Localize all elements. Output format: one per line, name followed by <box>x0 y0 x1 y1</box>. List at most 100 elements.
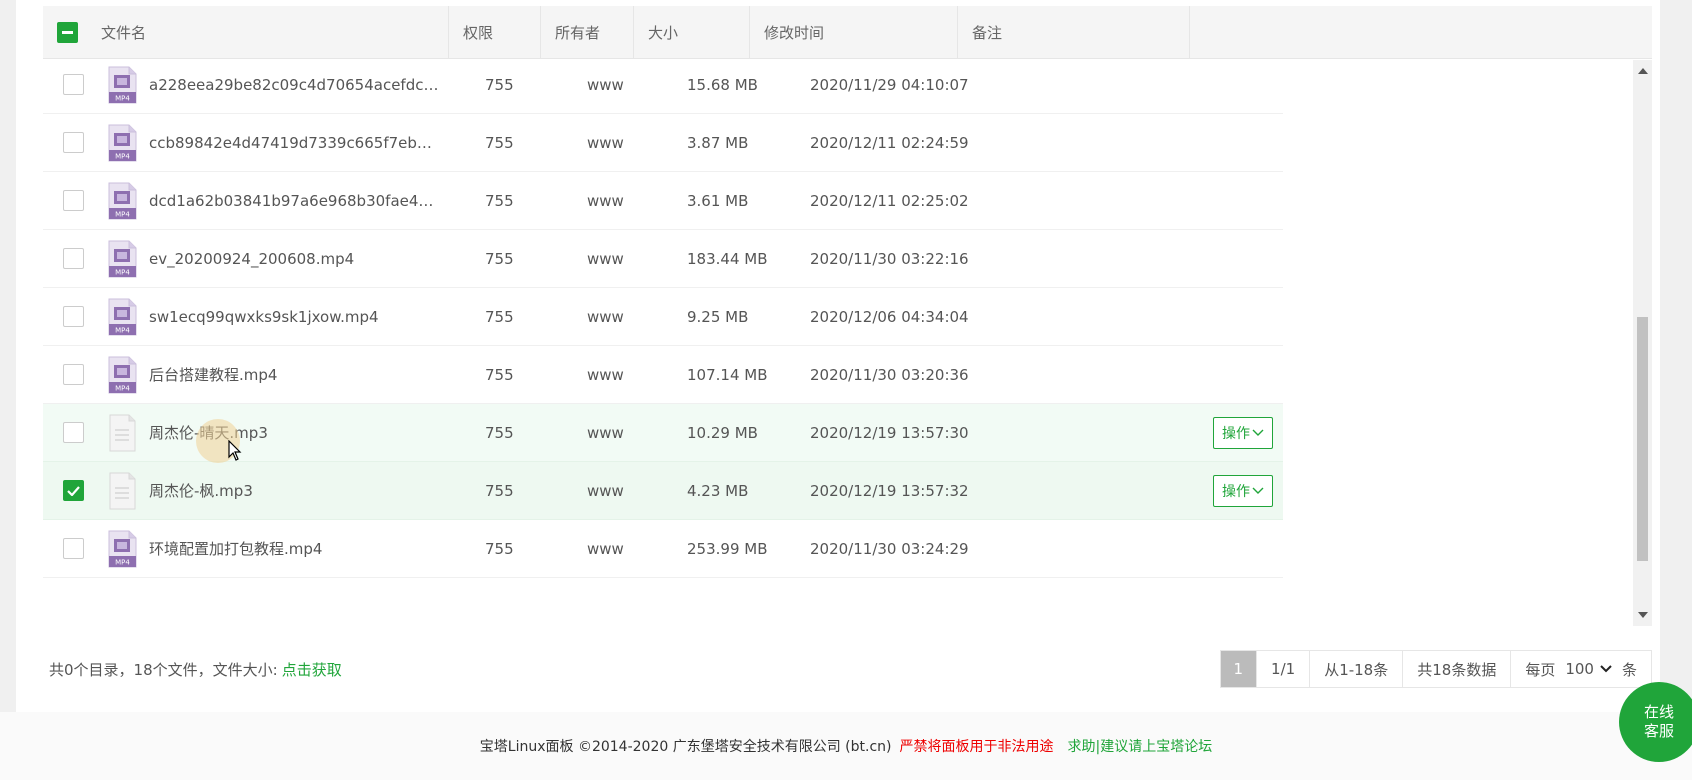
row-owner[interactable]: www <box>573 518 673 580</box>
row-owner[interactable]: www <box>573 344 673 406</box>
table-body: MP4 a228eea29be82c09c4d70654acefdce8....… <box>43 60 1633 626</box>
table-row[interactable]: 周杰伦-枫.mp3 755 www 4.23 MB 2020/12/19 13:… <box>43 462 1283 520</box>
mp4-label: MP4 <box>115 558 130 566</box>
row-permission[interactable]: 755 <box>473 518 573 580</box>
row-check-cell <box>43 286 103 348</box>
row-size: 15.68 MB <box>687 75 758 94</box>
table-row[interactable]: MP4 ev_20200924_200608.mp4 755 www 183.4… <box>43 230 1283 288</box>
row-check-cell <box>43 402 103 464</box>
scroll-down-arrow-icon[interactable] <box>1638 612 1648 618</box>
row-filename[interactable]: ccb89842e4d47419d7339c665f7eb376... <box>149 134 439 152</box>
row-filename-cell[interactable]: 周杰伦-晴天.mp3 <box>103 402 473 464</box>
row-operations-cell <box>1008 228 1283 290</box>
chevron-down-icon <box>1252 429 1264 436</box>
file-summary: 共0个目录，18个文件，文件大小: 点击获取 <box>43 659 342 680</box>
row-checkbox[interactable] <box>62 74 84 95</box>
select-all-checkbox[interactable] <box>57 21 78 43</box>
row-filename[interactable]: 后台搭建教程.mp4 <box>149 364 277 385</box>
row-operations-cell <box>1008 60 1283 116</box>
table-row[interactable]: MP4 a228eea29be82c09c4d70654acefdce8....… <box>43 60 1283 114</box>
row-filename[interactable]: 环境配置加打包教程.mp4 <box>149 538 322 559</box>
table-row[interactable]: MP4 sw1ecq99qwxks9sk1jxow.mp4 755 www 9.… <box>43 288 1283 346</box>
row-filename-cell[interactable]: MP4 a228eea29be82c09c4d70654acefdce8.... <box>103 60 473 116</box>
select-all-cell <box>43 6 87 59</box>
row-filename-cell[interactable]: MP4 ccb89842e4d47419d7339c665f7eb376... <box>103 112 473 174</box>
header-owner[interactable]: 所有者 <box>541 6 634 59</box>
row-checkbox[interactable] <box>62 248 84 269</box>
page-current[interactable]: 1 <box>1220 651 1258 687</box>
video-file-icon: MP4 <box>108 356 137 393</box>
per-page-unit: 条 <box>1621 660 1637 679</box>
row-filename-cell[interactable]: MP4 ev_20200924_200608.mp4 <box>103 228 473 290</box>
per-page-value: 100 <box>1565 660 1594 678</box>
row-permission[interactable]: 755 <box>473 286 573 348</box>
row-filename[interactable]: ev_20200924_200608.mp4 <box>149 250 354 268</box>
header-permission[interactable]: 权限 <box>449 6 541 59</box>
row-checkbox[interactable] <box>62 480 84 501</box>
row-permission[interactable]: 755 <box>473 460 573 522</box>
row-filename[interactable]: sw1ecq99qwxks9sk1jxow.mp4 <box>149 308 379 326</box>
row-operations-button[interactable]: 操作 <box>1213 416 1273 449</box>
table-row[interactable]: MP4 环境配置加打包教程.mp4 755 www 253.99 MB 2020… <box>43 520 1283 578</box>
row-check-cell <box>43 228 103 290</box>
row-permission[interactable]: 755 <box>473 60 573 116</box>
row-filename-cell[interactable]: MP4 环境配置加打包教程.mp4 <box>103 518 473 580</box>
row-owner[interactable]: www <box>573 286 673 348</box>
vertical-scrollbar[interactable] <box>1633 60 1652 626</box>
mp4-label: MP4 <box>115 210 130 218</box>
row-permission[interactable]: 755 <box>473 228 573 290</box>
row-permission[interactable]: 755 <box>473 402 573 464</box>
header-mtime[interactable]: 修改时间 <box>750 6 958 59</box>
scroll-thumb[interactable] <box>1637 317 1648 561</box>
row-filename-cell[interactable]: MP4 dcd1a62b03841b97a6e968b30fae4d65... <box>103 170 473 232</box>
forum-help-link[interactable]: 求助|建议请上宝塔论坛 <box>1067 736 1212 756</box>
header-remark: 备注 <box>958 6 1190 59</box>
warning-text: 严禁将面板用于非法用途 <box>899 739 1054 755</box>
row-check-cell <box>43 170 103 232</box>
row-mtime: 2020/11/30 03:20:36 <box>810 365 969 384</box>
video-file-icon: MP4 <box>108 66 137 103</box>
row-checkbox[interactable] <box>62 538 84 559</box>
row-owner[interactable]: www <box>573 228 673 290</box>
scroll-up-arrow-icon[interactable] <box>1638 68 1648 74</box>
header-spacer <box>1190 6 1652 59</box>
video-file-icon: MP4 <box>108 298 137 335</box>
row-operations-cell: 操作 <box>1008 460 1283 522</box>
row-filename-cell[interactable]: MP4 后台搭建教程.mp4 <box>103 344 473 406</box>
header-size[interactable]: 大小 <box>634 6 750 59</box>
row-permission[interactable]: 755 <box>473 170 573 232</box>
row-owner[interactable]: www <box>573 112 673 174</box>
row-checkbox[interactable] <box>62 422 84 443</box>
row-filename[interactable]: a228eea29be82c09c4d70654acefdce8.... <box>149 76 439 94</box>
row-checkbox[interactable] <box>62 364 84 385</box>
online-support-button[interactable]: 在线 客服 <box>1619 682 1692 762</box>
row-permission[interactable]: 755 <box>473 344 573 406</box>
row-owner[interactable]: www <box>573 170 673 232</box>
row-owner[interactable]: www <box>573 460 673 522</box>
video-file-icon: MP4 <box>108 124 137 161</box>
table-row[interactable]: MP4 后台搭建教程.mp4 755 www 107.14 MB 2020/11… <box>43 346 1283 404</box>
get-size-link[interactable]: 点击获取 <box>282 661 342 679</box>
chat-line1: 在线 <box>1643 703 1674 721</box>
row-filename[interactable]: dcd1a62b03841b97a6e968b30fae4d65... <box>149 192 439 210</box>
row-filename-cell[interactable]: 周杰伦-枫.mp3 <box>103 460 473 522</box>
header-filename[interactable]: 文件名 <box>87 6 449 59</box>
row-owner[interactable]: www <box>573 402 673 464</box>
row-permission[interactable]: 755 <box>473 112 573 174</box>
row-operations-button[interactable]: 操作 <box>1213 474 1273 507</box>
row-size: 10.29 MB <box>687 423 758 442</box>
row-checkbox[interactable] <box>62 190 84 211</box>
per-page-select[interactable]: 100 <box>1561 660 1616 678</box>
row-owner[interactable]: www <box>573 60 673 116</box>
mp4-label: MP4 <box>115 326 130 334</box>
row-mtime: 2020/11/30 03:24:29 <box>810 539 969 558</box>
table-row[interactable]: MP4 ccb89842e4d47419d7339c665f7eb376... … <box>43 114 1283 172</box>
video-file-icon: MP4 <box>108 240 137 277</box>
row-filename[interactable]: 周杰伦-枫.mp3 <box>149 480 253 501</box>
row-checkbox[interactable] <box>62 306 84 327</box>
table-row[interactable]: MP4 dcd1a62b03841b97a6e968b30fae4d65... … <box>43 172 1283 230</box>
row-mtime: 2020/12/11 02:25:02 <box>810 191 969 210</box>
audio-file-icon <box>109 472 136 509</box>
row-filename-cell[interactable]: MP4 sw1ecq99qwxks9sk1jxow.mp4 <box>103 286 473 348</box>
row-checkbox[interactable] <box>62 132 84 153</box>
